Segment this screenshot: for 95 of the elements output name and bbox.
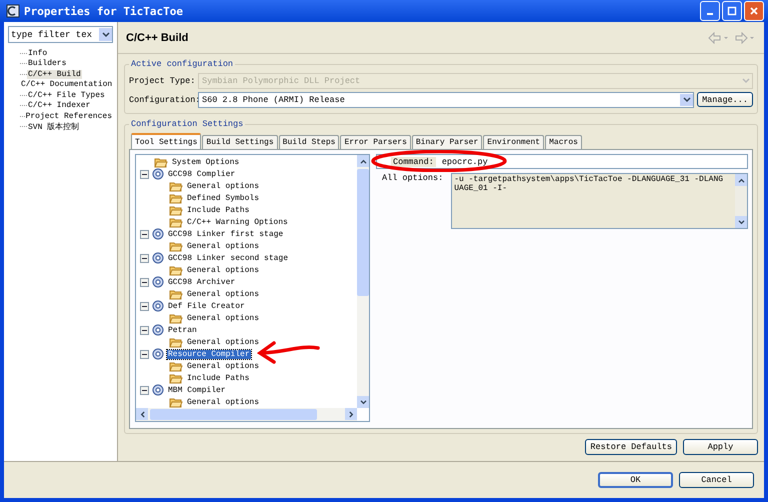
collapse-icon[interactable] bbox=[140, 278, 149, 286]
tree-item[interactable]: Def File Creator bbox=[167, 302, 246, 310]
nav-item[interactable]: C/C++ Indexer bbox=[27, 101, 92, 110]
tree-item[interactable]: Petran bbox=[167, 326, 198, 334]
tree-item[interactable]: Include Paths bbox=[186, 374, 250, 382]
gear-icon bbox=[152, 252, 164, 264]
folder-icon bbox=[169, 372, 183, 384]
tree-item[interactable]: General options bbox=[186, 338, 260, 346]
tab[interactable]: Macros bbox=[545, 135, 582, 149]
tab[interactable]: Tool Settings bbox=[131, 133, 202, 149]
tree-item[interactable]: General options bbox=[186, 314, 260, 322]
minimize-icon bbox=[707, 13, 713, 15]
nav-item[interactable]: SVN 版本控制 bbox=[27, 121, 80, 132]
tab[interactable]: Error Parsers bbox=[340, 135, 411, 149]
collapse-icon[interactable] bbox=[140, 170, 149, 178]
ok-button[interactable]: OK bbox=[598, 472, 673, 488]
gear-icon bbox=[152, 324, 164, 336]
tree-item[interactable]: General options bbox=[186, 398, 260, 406]
field-label: All options: bbox=[382, 173, 444, 185]
collapse-icon[interactable] bbox=[140, 386, 149, 394]
folder-icon bbox=[169, 360, 183, 372]
scroll-left-icon[interactable] bbox=[140, 410, 144, 418]
nav-item[interactable]: C/C++ Documentation bbox=[20, 80, 114, 90]
scroll-up-icon[interactable] bbox=[360, 158, 366, 164]
tab[interactable]: Binary Parser bbox=[412, 135, 482, 149]
scroll-down-icon[interactable] bbox=[360, 400, 366, 404]
maximize-icon bbox=[727, 6, 737, 16]
cancel-button[interactable]: Cancel bbox=[679, 472, 754, 488]
folder-icon bbox=[169, 264, 183, 276]
collapse-icon[interactable] bbox=[140, 350, 149, 358]
collapse-icon[interactable] bbox=[140, 254, 149, 262]
folder-icon bbox=[169, 312, 183, 324]
tree-item[interactable]: General options bbox=[186, 290, 260, 298]
group-title: Active configuration bbox=[130, 59, 234, 69]
gear-icon bbox=[152, 348, 164, 360]
tree-item[interactable]: Include Paths bbox=[186, 206, 250, 214]
collapse-icon[interactable] bbox=[140, 302, 149, 310]
close-button[interactable] bbox=[744, 1, 764, 21]
tree-item[interactable]: General options bbox=[186, 266, 260, 274]
window-title: Properties for TicTacToe bbox=[24, 4, 184, 18]
field-label: Project Type: bbox=[129, 76, 195, 86]
group-title: Configuration Settings bbox=[130, 119, 244, 129]
apply-button[interactable]: Apply bbox=[683, 439, 758, 455]
scroll-right-icon[interactable] bbox=[348, 410, 354, 418]
scroll-up-icon[interactable] bbox=[738, 178, 744, 182]
nav-item[interactable]: Info bbox=[27, 48, 48, 58]
restore-defaults-button[interactable]: Restore Defaults bbox=[585, 439, 677, 455]
tree-item[interactable]: GCC98 Linker second stage bbox=[167, 254, 290, 262]
tree-item[interactable]: GCC98 Archiver bbox=[167, 278, 236, 286]
nav-item[interactable]: C/C++ File Types bbox=[27, 90, 106, 100]
folder-icon bbox=[169, 180, 183, 192]
folder-icon bbox=[169, 216, 183, 228]
folder-icon bbox=[169, 396, 183, 408]
nav-item[interactable]: C/C++ Build bbox=[27, 70, 82, 79]
folder-icon bbox=[169, 240, 183, 252]
gear-icon bbox=[152, 168, 164, 180]
minimize-button[interactable] bbox=[700, 1, 720, 21]
tree-item[interactable]: C/C++ Warning Options bbox=[186, 218, 289, 226]
collapse-icon[interactable] bbox=[140, 326, 149, 334]
tree-item[interactable]: GCC98 Complier bbox=[167, 170, 236, 178]
folder-icon bbox=[169, 192, 183, 204]
tab[interactable]: Build Settings bbox=[202, 135, 278, 149]
gear-icon bbox=[152, 228, 164, 240]
filter-field[interactable]: type filter tex bbox=[8, 26, 113, 43]
tree-item[interactable]: System Options bbox=[171, 158, 240, 166]
maximize-button[interactable] bbox=[722, 1, 742, 21]
scroll-down-icon[interactable] bbox=[738, 220, 744, 224]
tree-item[interactable]: General options bbox=[186, 182, 260, 190]
tab[interactable]: Environment bbox=[483, 135, 544, 149]
collapse-icon[interactable] bbox=[140, 230, 149, 238]
nav-item[interactable]: Project References bbox=[24, 112, 113, 121]
command-field[interactable]: Command: epocrc.py bbox=[376, 154, 748, 169]
tab[interactable]: Build Steps bbox=[278, 135, 340, 149]
nav-item[interactable]: Builders bbox=[27, 59, 68, 68]
gear-icon bbox=[152, 384, 164, 396]
page-title: C/C++ Build bbox=[126, 32, 188, 44]
tree-item[interactable]: General options bbox=[186, 362, 260, 370]
vertical-scrollbar[interactable] bbox=[357, 155, 369, 408]
folder-icon bbox=[169, 288, 183, 300]
folder-icon bbox=[169, 204, 183, 216]
close-icon bbox=[749, 6, 759, 16]
configuration-dropdown[interactable]: S60 2.8 Phone (ARMI) Release bbox=[198, 92, 694, 108]
folder-icon bbox=[169, 336, 183, 348]
gear-icon bbox=[152, 276, 164, 288]
tree-item[interactable]: Resource Compiler bbox=[167, 350, 251, 358]
tree-item[interactable]: GCC98 Linker first stage bbox=[167, 230, 284, 238]
tree-item[interactable]: MBM Compiler bbox=[167, 386, 227, 394]
gear-icon bbox=[152, 300, 164, 312]
all-options-field[interactable]: -u -targetpathsystem\apps\TicTacToe -DLANGUAGE_31 -DLANGUAGE_01 -I- bbox=[451, 173, 748, 229]
tree-item[interactable]: General options bbox=[186, 242, 260, 250]
horizontal-scrollbar[interactable] bbox=[136, 408, 357, 421]
folder-icon bbox=[154, 156, 168, 168]
manage-button[interactable]: Manage... bbox=[697, 92, 753, 107]
app-icon bbox=[6, 4, 20, 18]
tree-item[interactable]: Defined Symbols bbox=[186, 194, 260, 202]
